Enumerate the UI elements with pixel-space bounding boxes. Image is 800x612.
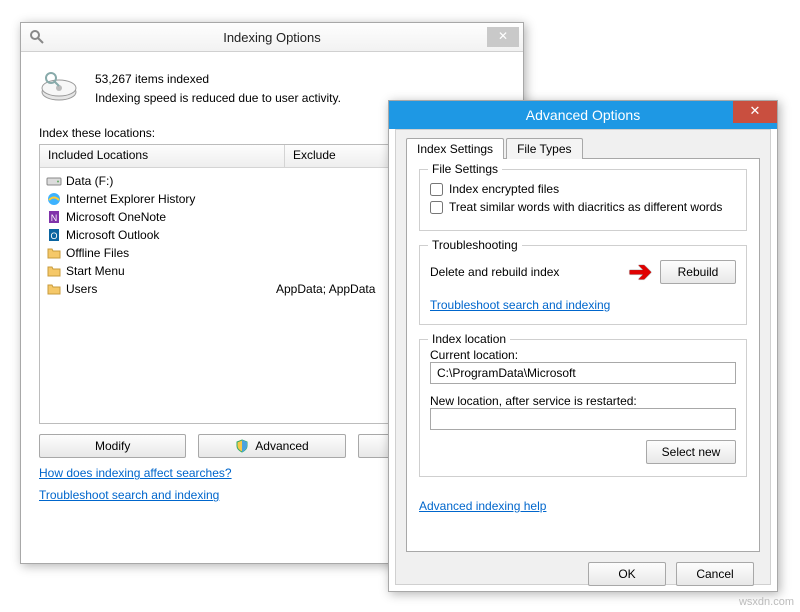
index-location-group: Index location Current location: New loc… bbox=[419, 339, 747, 477]
file-settings-legend: File Settings bbox=[428, 162, 502, 176]
onenote-icon: N bbox=[46, 209, 62, 225]
col-header-included[interactable]: Included Locations bbox=[40, 145, 285, 167]
treat-diacritics-checkbox[interactable]: Treat similar words with diacritics as d… bbox=[430, 200, 736, 214]
cancel-button[interactable]: Cancel bbox=[676, 562, 754, 586]
svg-text:O: O bbox=[50, 231, 57, 241]
outlook-icon: O bbox=[46, 227, 62, 243]
index-encrypted-input[interactable] bbox=[430, 183, 443, 196]
row-label: Start Menu bbox=[66, 264, 272, 278]
advanced-title: Advanced Options bbox=[389, 107, 777, 123]
tab-file-types[interactable]: File Types bbox=[506, 138, 582, 159]
troubleshooting-group: Troubleshooting Delete and rebuild index… bbox=[419, 245, 747, 325]
advanced-close-button[interactable]: ✕ bbox=[733, 101, 777, 123]
row-label: Microsoft OneNote bbox=[66, 210, 272, 224]
how-indexing-affect-link[interactable]: How does indexing affect searches? bbox=[39, 466, 232, 480]
indexing-close-button[interactable]: ✕ bbox=[487, 27, 519, 47]
advanced-button[interactable]: Advanced bbox=[198, 434, 345, 458]
indexing-speed-text: Indexing speed is reduced due to user ac… bbox=[95, 89, 341, 108]
row-label: Internet Explorer History bbox=[66, 192, 272, 206]
file-settings-group: File Settings Index encrypted files Trea… bbox=[419, 169, 747, 231]
treat-diacritics-input[interactable] bbox=[430, 201, 443, 214]
row-label: Microsoft Outlook bbox=[66, 228, 272, 242]
shield-icon bbox=[235, 439, 249, 453]
troubleshoot-link[interactable]: Troubleshoot search and indexing bbox=[39, 488, 219, 502]
advanced-help-link[interactable]: Advanced indexing help bbox=[419, 499, 546, 513]
watermark-text: wsxdn.com bbox=[739, 596, 794, 608]
delete-rebuild-label: Delete and rebuild index bbox=[430, 265, 559, 279]
row-label: Offline Files bbox=[66, 246, 272, 260]
modify-button[interactable]: Modify bbox=[39, 434, 186, 458]
drive-status-icon bbox=[39, 70, 79, 104]
current-location-label: Current location: bbox=[430, 348, 736, 362]
items-indexed-text: 53,267 items indexed bbox=[95, 70, 341, 89]
tab-page-index-settings: File Settings Index encrypted files Trea… bbox=[406, 158, 760, 552]
folder-icon bbox=[46, 245, 62, 261]
index-location-legend: Index location bbox=[428, 332, 510, 346]
troubleshooting-legend: Troubleshooting bbox=[428, 238, 522, 252]
indexing-title: Indexing Options bbox=[21, 30, 523, 45]
advanced-titlebar[interactable]: Advanced Options ✕ bbox=[389, 101, 777, 129]
advanced-options-window: Advanced Options ✕ Index Settings File T… bbox=[388, 100, 778, 592]
troubleshoot-search-link[interactable]: Troubleshoot search and indexing bbox=[430, 298, 610, 312]
svg-text:N: N bbox=[51, 213, 58, 223]
folder-icon bbox=[46, 263, 62, 279]
drive-icon bbox=[46, 173, 62, 189]
indexing-titlebar[interactable]: Indexing Options ✕ bbox=[21, 23, 523, 52]
ok-button[interactable]: OK bbox=[588, 562, 666, 586]
tab-index-settings[interactable]: Index Settings bbox=[406, 138, 504, 159]
current-location-field[interactable] bbox=[430, 362, 736, 384]
folder-icon bbox=[46, 281, 62, 297]
select-new-button[interactable]: Select new bbox=[646, 440, 736, 464]
row-label: Users bbox=[66, 282, 272, 296]
row-label: Data (F:) bbox=[66, 174, 272, 188]
new-location-label: New location, after service is restarted… bbox=[430, 394, 736, 408]
index-encrypted-checkbox[interactable]: Index encrypted files bbox=[430, 182, 736, 196]
rebuild-button[interactable]: Rebuild bbox=[660, 260, 736, 284]
indexing-app-icon bbox=[29, 29, 45, 45]
ie-icon bbox=[46, 191, 62, 207]
new-location-field[interactable] bbox=[430, 408, 736, 430]
advanced-frame: Index Settings File Types File Settings … bbox=[395, 129, 771, 585]
